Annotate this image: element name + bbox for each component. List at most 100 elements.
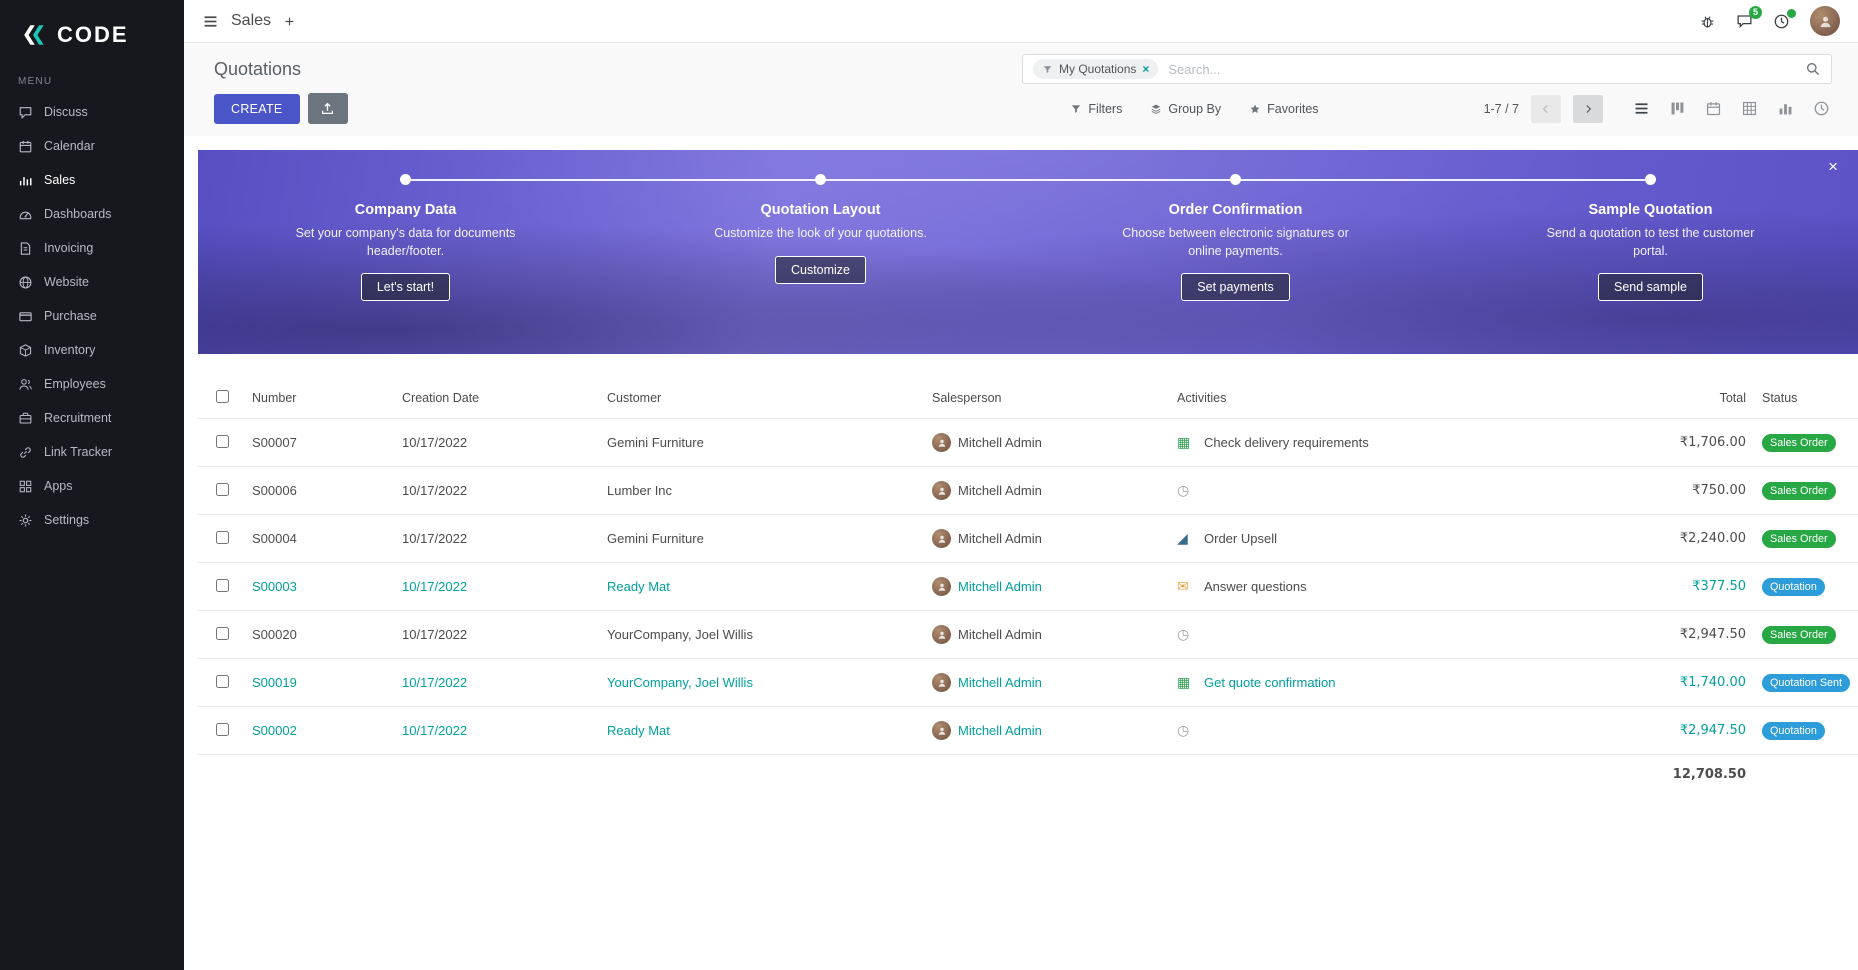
create-button[interactable]: CREATE: [214, 94, 300, 124]
clock-icon[interactable]: [1177, 484, 1197, 498]
sidebar-item[interactable]: Recruitment: [0, 401, 184, 435]
sidebar-item[interactable]: Inventory: [0, 333, 184, 367]
user-avatar[interactable]: [1810, 6, 1840, 36]
pager-next-button[interactable]: [1573, 95, 1603, 123]
column-header[interactable]: Number: [244, 380, 394, 419]
step-action-button[interactable]: Send sample: [1598, 273, 1703, 301]
activity-view-icon: [1813, 100, 1830, 117]
clock-icon[interactable]: [1177, 724, 1197, 738]
table-row[interactable]: S00004 10/17/2022 Gemini Furniture Mitch…: [198, 515, 1858, 563]
user-icon: [937, 726, 947, 736]
select-all-checkbox[interactable]: [216, 390, 229, 403]
creation-date: 10/17/2022: [394, 515, 599, 563]
table-row[interactable]: S00006 10/17/2022 Lumber Inc Mitchell Ad…: [198, 467, 1858, 515]
sidebar-item[interactable]: Dashboards: [0, 197, 184, 231]
hamburger-menu-icon[interactable]: [202, 13, 219, 30]
column-header[interactable]: Creation Date: [394, 380, 599, 419]
column-header[interactable]: Total: [1519, 380, 1754, 419]
user-icon: [937, 486, 947, 496]
row-checkbox[interactable]: [216, 579, 229, 592]
row-checkbox[interactable]: [216, 531, 229, 544]
table-row[interactable]: S00007 10/17/2022 Gemini Furniture Mitch…: [198, 419, 1858, 467]
view-switcher-button[interactable]: [1631, 98, 1652, 119]
activities-cell: Get quote confirmation: [1169, 659, 1519, 707]
chart-icon[interactable]: [1177, 532, 1197, 546]
step-action-button[interactable]: Let's start!: [361, 273, 450, 301]
status-badge: Sales Order: [1762, 434, 1836, 452]
column-header[interactable]: Customer: [599, 380, 924, 419]
settings-icon: [18, 513, 33, 528]
invoicing-icon: [18, 241, 33, 256]
search-input[interactable]: [1166, 61, 1797, 78]
apps-icon: [18, 479, 33, 494]
creation-date: 10/17/2022: [394, 659, 599, 707]
favorites-button[interactable]: Favorites: [1249, 102, 1318, 116]
sidebar-item[interactable]: Calendar: [0, 129, 184, 163]
total-amount: ₹2,947.50: [1519, 611, 1754, 659]
messages-button[interactable]: 5: [1736, 13, 1753, 30]
column-header[interactable]: Salesperson: [924, 380, 1169, 419]
remove-filter-icon[interactable]: [1142, 62, 1149, 76]
table-row[interactable]: S00020 10/17/2022 YourCompany, Joel Will…: [198, 611, 1858, 659]
view-switcher-button[interactable]: [1811, 98, 1832, 119]
favorites-label: Favorites: [1267, 102, 1318, 116]
filter-facet[interactable]: My Quotations: [1033, 59, 1158, 79]
activities-button[interactable]: [1773, 13, 1790, 30]
column-header[interactable]: Activities: [1169, 380, 1519, 419]
activities-cell: [1169, 611, 1519, 659]
salesperson-cell: Mitchell Admin: [924, 467, 1169, 515]
table-row[interactable]: S00002 10/17/2022 Ready Mat Mitchell Adm…: [198, 707, 1858, 755]
discuss-icon: [18, 105, 33, 120]
table-row[interactable]: S00003 10/17/2022 Ready Mat Mitchell Adm…: [198, 563, 1858, 611]
clock-icon[interactable]: [1177, 628, 1197, 642]
spreadsheet-icon[interactable]: [1177, 436, 1197, 450]
add-tab-icon[interactable]: [283, 15, 296, 28]
group-by-label: Group By: [1168, 102, 1221, 116]
row-checkbox[interactable]: [216, 627, 229, 640]
user-icon: [1818, 14, 1833, 29]
view-switcher-button[interactable]: [1667, 98, 1688, 119]
view-switcher-button[interactable]: [1703, 98, 1724, 119]
step-dot: [400, 174, 411, 185]
filters-button[interactable]: Filters: [1070, 102, 1122, 116]
sidebar-item[interactable]: Apps: [0, 469, 184, 503]
step-description: Choose between electronic signatures or …: [1118, 225, 1353, 260]
row-checkbox[interactable]: [216, 723, 229, 736]
current-app-name[interactable]: Sales: [231, 12, 271, 30]
group-by-button[interactable]: Group By: [1150, 102, 1221, 116]
column-header[interactable]: Status: [1754, 380, 1858, 419]
step-action-button[interactable]: Set payments: [1181, 273, 1289, 301]
customer-name: Gemini Furniture: [599, 419, 924, 467]
salesperson-name: Mitchell Admin: [958, 579, 1042, 594]
sidebar-item[interactable]: Discuss: [0, 95, 184, 129]
spreadsheet-icon[interactable]: [1177, 676, 1197, 690]
debug-button[interactable]: [1699, 13, 1716, 30]
sidebar-item[interactable]: Sales: [0, 163, 184, 197]
table-row[interactable]: S00019 10/17/2022 YourCompany, Joel Will…: [198, 659, 1858, 707]
sidebar-item[interactable]: Website: [0, 265, 184, 299]
sidebar-item[interactable]: Invoicing: [0, 231, 184, 265]
search-bar[interactable]: My Quotations: [1022, 54, 1832, 84]
search-icon[interactable]: [1805, 61, 1821, 77]
close-banner-icon[interactable]: [1822, 156, 1844, 178]
row-checkbox[interactable]: [216, 483, 229, 496]
sidebar-item[interactable]: Purchase: [0, 299, 184, 333]
export-button[interactable]: [308, 93, 348, 124]
sidebar-item[interactable]: Settings: [0, 503, 184, 537]
row-checkbox[interactable]: [216, 675, 229, 688]
step-dot: [1645, 174, 1656, 185]
salesperson-cell: Mitchell Admin: [924, 563, 1169, 611]
calendar-icon: [18, 139, 33, 154]
sidebar-item[interactable]: Employees: [0, 367, 184, 401]
sidebar-item[interactable]: Link Tracker: [0, 435, 184, 469]
row-checkbox[interactable]: [216, 435, 229, 448]
pager-previous-button[interactable]: [1531, 95, 1561, 123]
star-icon: [1249, 103, 1261, 115]
sidebar-item-label: Calendar: [44, 139, 95, 153]
view-switcher-button[interactable]: [1739, 98, 1760, 119]
logo-text: CODE: [57, 22, 129, 48]
envelope-icon[interactable]: [1177, 580, 1197, 594]
step-action-button[interactable]: Customize: [775, 256, 866, 284]
view-switcher-button[interactable]: [1775, 98, 1796, 119]
sidebar: CODE MENU Discuss Calendar Sales Dashboa…: [0, 0, 184, 970]
